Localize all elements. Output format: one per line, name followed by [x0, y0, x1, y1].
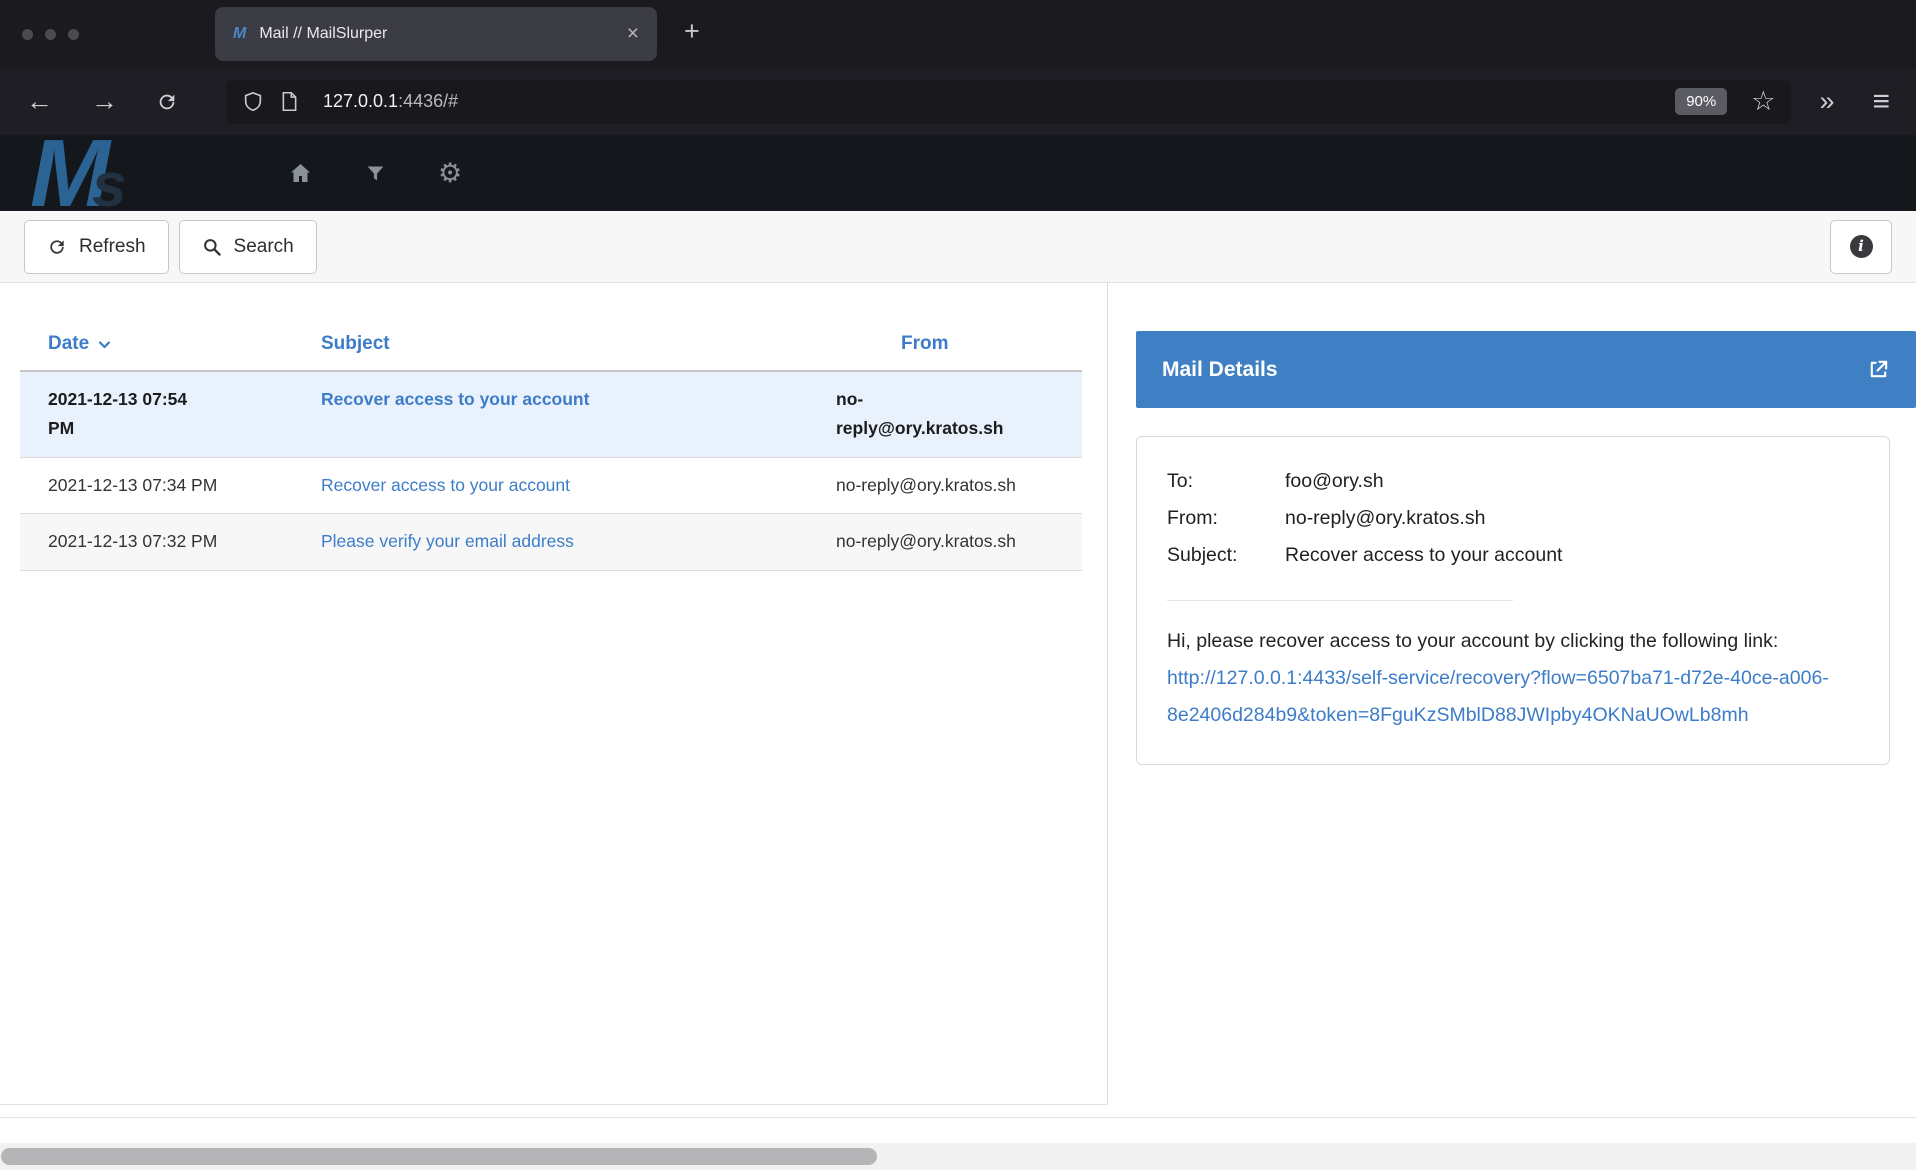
- detail-from-row: From: no-reply@ory.kratos.sh: [1167, 500, 1859, 537]
- from-value: no-reply@ory.kratos.sh: [1285, 500, 1485, 537]
- mail-subject-link[interactable]: Recover access to your account: [321, 389, 589, 409]
- forward-button[interactable]: →: [91, 88, 118, 115]
- url-host: 127.0.0.1: [323, 91, 398, 112]
- subject-label: Subject:: [1167, 537, 1285, 574]
- mail-list: Date Subject From 2021-12-13 07:54 PM Re…: [0, 283, 1108, 1105]
- mail-body: Hi, please recover access to your accoun…: [1167, 623, 1859, 734]
- mail-details-panel: Mail Details To: foo@ory.sh From: no-rep…: [1108, 283, 1916, 1105]
- address-bar[interactable]: 127.0.0.1 :4436/# 90% ☆: [226, 80, 1791, 124]
- mail-row-2[interactable]: 2021-12-13 07:34 PM Recover access to yo…: [20, 458, 1082, 514]
- browser-nav-toolbar: ← → 127.0.0.1 :4436/# 90% ☆ » ≡: [0, 68, 1916, 135]
- mail-list-header-row: Date Subject From: [20, 323, 1082, 372]
- search-button[interactable]: Search: [179, 220, 317, 274]
- app-toolbar: Refresh Search i: [0, 211, 1916, 283]
- settings-gear-icon[interactable]: ⚙: [438, 160, 462, 187]
- hamburger-menu-icon[interactable]: ≡: [1872, 87, 1890, 117]
- tab-close-icon[interactable]: ×: [627, 22, 639, 46]
- overflow-chevrons-icon[interactable]: »: [1819, 88, 1834, 115]
- mail-row-3[interactable]: 2021-12-13 07:32 PM Please verify your e…: [20, 514, 1082, 570]
- horizontal-scrollbar[interactable]: [0, 1143, 1916, 1170]
- mail-row-1[interactable]: 2021-12-13 07:54 PM Recover access to yo…: [20, 372, 1082, 458]
- sort-chevron-down-icon: [97, 337, 112, 352]
- mail-date: 2021-12-13 07:54 PM: [20, 372, 226, 457]
- from-label: From:: [1167, 500, 1285, 537]
- home-icon[interactable]: [288, 161, 313, 185]
- mail-details-card: To: foo@ory.sh From: no-reply@ory.kratos…: [1136, 436, 1890, 765]
- mailslurper-logo: Ms: [30, 135, 122, 211]
- refresh-button-label: Refresh: [79, 236, 146, 258]
- mail-from: no-reply@ory.kratos.sh: [808, 458, 1082, 513]
- browser-tab-mailslurper[interactable]: M Mail // MailSlurper ×: [215, 7, 657, 61]
- detail-to-row: To: foo@ory.sh: [1167, 463, 1859, 500]
- search-button-label: Search: [234, 236, 294, 258]
- mailslurper-favicon-icon: M: [233, 26, 246, 42]
- mail-details-header: Mail Details: [1136, 331, 1916, 408]
- browser-tab-bar: M Mail // MailSlurper × +: [0, 0, 1916, 68]
- mail-from: no-reply@ory.kratos.sh: [808, 514, 1082, 569]
- scrollbar-thumb[interactable]: [1, 1148, 877, 1165]
- mail-subject-link[interactable]: Please verify your email address: [321, 531, 574, 551]
- url-path: :4436/#: [398, 91, 458, 112]
- column-header-date-label: Date: [48, 333, 89, 355]
- column-header-from[interactable]: From: [808, 323, 1082, 370]
- shield-icon[interactable]: [242, 91, 264, 113]
- mail-date: 2021-12-13 07:34 PM: [20, 458, 226, 513]
- window-control-dot[interactable]: [22, 29, 33, 40]
- reload-button[interactable]: [156, 91, 178, 113]
- browser-window: M Mail // MailSlurper × + ← → 127.0.0.1 …: [0, 0, 1916, 1170]
- mail-from: no-reply@ory.kratos.sh: [808, 372, 1082, 457]
- page-info-icon[interactable]: [280, 91, 299, 112]
- info-icon: i: [1850, 235, 1873, 258]
- window-controls[interactable]: [22, 29, 79, 40]
- subject-value: Recover access to your account: [1285, 537, 1562, 574]
- filter-icon[interactable]: [365, 163, 386, 184]
- mailslurper-header: Ms ⚙: [0, 135, 1916, 211]
- back-button[interactable]: ←: [26, 88, 53, 115]
- detail-subject-row: Subject: Recover access to your account: [1167, 537, 1859, 574]
- to-value: foo@ory.sh: [1285, 463, 1384, 500]
- to-label: To:: [1167, 463, 1285, 500]
- mail-body-text: Hi, please recover access to your accoun…: [1167, 630, 1778, 652]
- zoom-level-badge[interactable]: 90%: [1675, 88, 1727, 115]
- logo-letter-s: s: [92, 151, 122, 211]
- recovery-link[interactable]: http://127.0.0.1:4433/self-service/recov…: [1167, 667, 1829, 726]
- refresh-button[interactable]: Refresh: [24, 220, 169, 274]
- bookmark-star-icon[interactable]: ☆: [1751, 88, 1775, 115]
- column-header-subject[interactable]: Subject: [226, 323, 808, 370]
- header-icon-group: ⚙: [288, 135, 462, 211]
- mail-subject-link[interactable]: Recover access to your account: [321, 475, 570, 495]
- window-control-dot[interactable]: [45, 29, 56, 40]
- new-tab-button[interactable]: +: [684, 16, 700, 47]
- bottom-divider: [0, 1117, 1916, 1118]
- column-header-date[interactable]: Date: [20, 323, 226, 370]
- tab-title: Mail // MailSlurper: [259, 25, 626, 43]
- mail-date: 2021-12-13 07:32 PM: [20, 514, 226, 569]
- info-button[interactable]: i: [1830, 220, 1892, 274]
- main-content: Date Subject From 2021-12-13 07:54 PM Re…: [0, 283, 1916, 1105]
- details-divider: [1167, 600, 1513, 601]
- mail-details-title: Mail Details: [1162, 358, 1278, 382]
- open-external-icon[interactable]: [1867, 358, 1890, 381]
- window-control-dot[interactable]: [68, 29, 79, 40]
